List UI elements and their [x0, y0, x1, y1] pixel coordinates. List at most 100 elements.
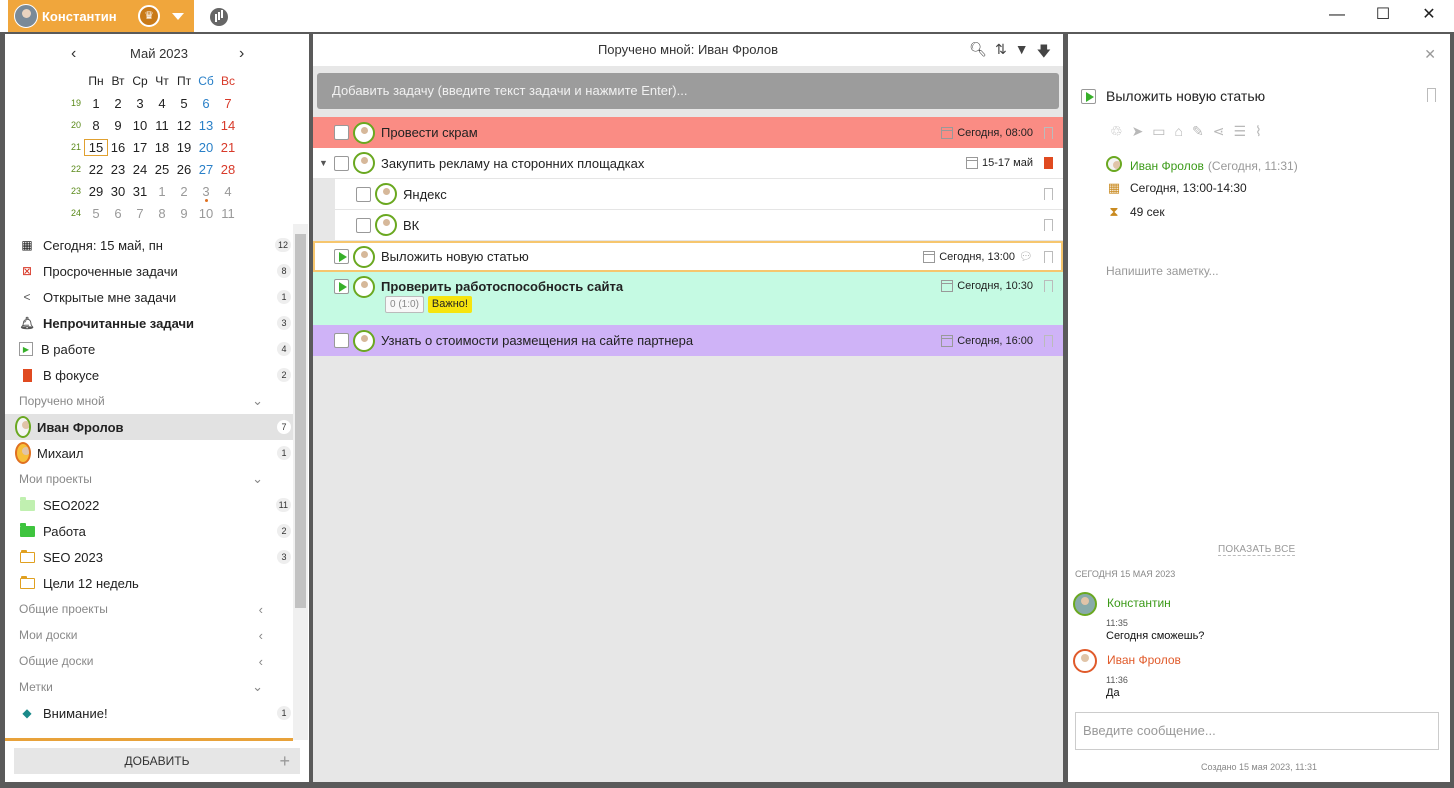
calendar-day[interactable]: 1	[151, 184, 173, 199]
task-checkbox[interactable]	[334, 125, 349, 140]
calendar-day[interactable]: 6	[195, 96, 217, 111]
calendar-day[interactable]: 27	[195, 162, 217, 177]
sidebar-item-in-work[interactable]: ▶ В работе 4	[5, 336, 293, 362]
calendar-day[interactable]: 11	[151, 118, 173, 133]
detail-title-text[interactable]: Выложить новую статью	[1106, 88, 1265, 104]
sidebar-item-shared[interactable]: < Открытые мне задачи 1	[5, 284, 293, 310]
minimize-button[interactable]: —	[1314, 0, 1360, 32]
calendar-day[interactable]: 26	[173, 162, 195, 177]
calendar-day[interactable]: 8	[85, 118, 107, 133]
calendar-day[interactable]: 22	[85, 162, 107, 177]
sidebar-item-mikhail[interactable]: Михаил 1	[5, 440, 293, 466]
play-button[interactable]	[334, 279, 349, 294]
tag-icon[interactable]: ⌂	[1175, 123, 1183, 140]
add-task-input[interactable]: Добавить задачу (введите текст задачи и …	[317, 73, 1059, 109]
bookmark-icon[interactable]	[1044, 188, 1053, 200]
calendar-day[interactable]: 9	[107, 118, 129, 133]
attachment-icon[interactable]: ⌇	[1255, 123, 1262, 140]
calendar-day[interactable]: 4	[151, 96, 173, 111]
bookmark-icon[interactable]	[1044, 280, 1053, 292]
sidebar-item-attention[interactable]: ◆ Внимание! 1	[5, 700, 293, 726]
next-month-button[interactable]: ›	[239, 46, 244, 62]
calendar-day[interactable]: 11	[217, 206, 239, 221]
calendar-day[interactable]: 5	[85, 206, 107, 221]
close-window-button[interactable]: ✕	[1406, 0, 1452, 32]
calendar-day[interactable]: 24	[129, 162, 151, 177]
calendar-day[interactable]: 7	[129, 206, 151, 221]
maximize-button[interactable]: ☐	[1360, 0, 1406, 32]
bookmark-icon[interactable]	[1044, 157, 1053, 169]
close-icon[interactable]: ✕	[1424, 46, 1436, 63]
calendar-day[interactable]: 18	[151, 140, 173, 155]
sidebar-item-goals[interactable]: Цели 12 недель	[5, 570, 293, 596]
task-checkbox[interactable]	[334, 333, 349, 348]
folder-icon[interactable]: ▭	[1152, 123, 1165, 140]
calendar-day[interactable]: 6	[107, 206, 129, 221]
calendar-day[interactable]: 8	[151, 206, 173, 221]
important-tag[interactable]: Важно!	[427, 296, 472, 313]
bookmark-icon[interactable]	[1044, 334, 1053, 347]
add-button[interactable]: ДОБАВИТЬ +	[14, 748, 300, 774]
task-checkbox[interactable]	[334, 155, 349, 171]
expand-triangle-icon[interactable]: ▼	[319, 158, 328, 168]
calendar-day-with-event[interactable]: 3	[195, 184, 217, 202]
bookmark-icon[interactable]	[1044, 250, 1053, 263]
sidebar-item-seo2022[interactable]: SEO2022 11	[5, 492, 293, 518]
calendar-day[interactable]: 12	[173, 118, 195, 133]
section-labels[interactable]: Метки ⌄	[5, 674, 293, 700]
user-menu-button[interactable]: Константин ♛	[8, 0, 194, 32]
sidebar-item-today[interactable]: ▦ Сегодня: 15 май, пн 12	[5, 232, 293, 258]
calendar-day[interactable]: 9	[173, 206, 195, 221]
task-checkbox[interactable]	[356, 217, 371, 233]
note-input[interactable]: Напишите заметку...	[1106, 264, 1219, 278]
calendar-day[interactable]: 29	[85, 184, 107, 199]
calendar-day[interactable]: 5	[173, 96, 195, 111]
brush-icon[interactable]: ✎	[1192, 123, 1204, 140]
calendar-day[interactable]: 3	[129, 96, 151, 111]
task-checkbox[interactable]	[356, 186, 371, 202]
task-row[interactable]: ▼ Закупить рекламу на сторонних площадка…	[313, 148, 1063, 179]
bookmark-icon[interactable]	[1044, 219, 1053, 231]
section-assigned-by-me[interactable]: Поручено мной ⌄	[5, 388, 293, 414]
play-button[interactable]	[334, 249, 349, 264]
calendar-day[interactable]: 31	[129, 184, 151, 199]
section-common-boards[interactable]: Общие доски ‹	[5, 648, 293, 674]
section-common-projects[interactable]: Общие проекты ‹	[5, 596, 293, 622]
calendar-day[interactable]: 21	[217, 140, 239, 155]
sidebar-item-unread[interactable]: 🔔︎ Непрочитанные задачи 3	[5, 310, 293, 336]
calendar-day[interactable]: 7	[217, 96, 239, 111]
sidebar-item-ivan-frolov[interactable]: Иван Фролов 7	[5, 414, 293, 440]
show-all-link[interactable]: ПОКАЗАТЬ ВСЕ	[1218, 544, 1296, 556]
chevron-down-icon[interactable]	[172, 12, 184, 20]
search-icon[interactable]: 🔍︎	[969, 41, 987, 65]
calendar-day[interactable]: 2	[107, 96, 129, 111]
sidebar-item-rabota[interactable]: Работа 2	[5, 518, 293, 544]
message-input[interactable]: Введите сообщение...	[1075, 712, 1439, 750]
calendar-day[interactable]: 30	[107, 184, 129, 199]
calendar-day[interactable]: 23	[107, 162, 129, 177]
filter-icon[interactable]: ▼	[1015, 41, 1029, 65]
task-row-selected[interactable]: Выложить новую статью Сегодня, 13:00 💬︎	[313, 241, 1063, 272]
calendar-day[interactable]: 13	[195, 118, 217, 133]
calendar-day[interactable]: 2	[173, 184, 195, 199]
calendar-day[interactable]: 10	[195, 206, 217, 221]
calendar-day[interactable]: 19	[173, 140, 195, 155]
checklist-icon[interactable]: ☰	[1233, 123, 1246, 140]
sidebar-item-seo2023[interactable]: SEO 2023 3	[5, 544, 293, 570]
task-row[interactable]: Провести скрам Сегодня, 08:00	[313, 117, 1063, 148]
calendar-day[interactable]: 4	[217, 184, 239, 199]
bookmark-icon[interactable]	[1427, 88, 1436, 102]
detail-schedule[interactable]: ▦ Сегодня, 13:00-14:30	[1106, 180, 1247, 196]
arrow-down-icon[interactable]: 🡇	[1037, 41, 1051, 65]
calendar-day[interactable]: 10	[129, 118, 151, 133]
calendar-day[interactable]: 1	[85, 96, 107, 111]
subtask-row[interactable]: ВК	[335, 210, 1063, 241]
statistics-icon[interactable]	[210, 8, 228, 26]
calendar-day[interactable]: 20	[195, 140, 217, 155]
section-my-boards[interactable]: Мои доски ‹	[5, 622, 293, 648]
send-icon[interactable]: ➤	[1132, 123, 1144, 140]
calendar-day[interactable]: 17	[129, 140, 151, 155]
task-row[interactable]: Узнать о стоимости размещения на сайте п…	[313, 325, 1063, 356]
calendar-day-today[interactable]: 15	[84, 138, 108, 156]
assignee-name[interactable]: Иван Фролов	[1130, 159, 1204, 173]
